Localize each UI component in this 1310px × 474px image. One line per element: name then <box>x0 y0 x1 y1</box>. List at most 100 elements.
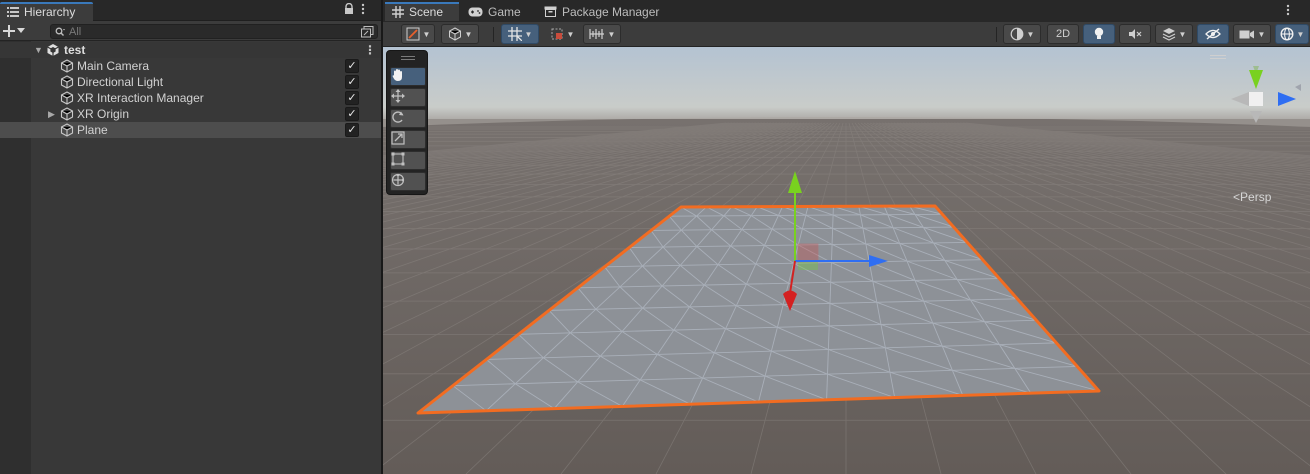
chevron-down-icon: ▼ <box>1296 29 1305 39</box>
tab-hierarchy-label: Hierarchy <box>24 4 76 19</box>
draw-mode-icon <box>406 27 420 41</box>
hierarchy-item[interactable]: ▶ XR Origin ✓ <box>0 106 381 122</box>
camera-settings-button[interactable]: ▼ <box>1233 24 1271 44</box>
chevron-down-icon[interactable]: ▼ <box>34 45 43 55</box>
hierarchy-item-label: Plane <box>77 123 108 137</box>
scene-toolbar: ▼ ▼ ▼ ▼ ▼ ▼ 2D ▼ ▼ ▼ <box>383 22 1310 47</box>
checkmark-icon: ✓ <box>347 91 357 104</box>
audio-toggle[interactable] <box>1119 24 1151 44</box>
layers-icon <box>1162 28 1175 41</box>
scene-row[interactable]: ▼ test ⋮ <box>0 42 381 58</box>
search-options-icon[interactable] <box>361 26 374 38</box>
scene-tabbar: Scene Game Package Manager <box>383 0 1310 22</box>
search-icon <box>55 27 65 36</box>
sphere-icon <box>1010 27 1023 41</box>
chevron-down-icon: ▼ <box>464 29 473 39</box>
eye-hidden-icon <box>1205 28 1221 40</box>
list-icon <box>7 6 19 17</box>
gizmo-center-cube[interactable] <box>1249 92 1263 106</box>
speaker-muted-icon <box>1129 29 1142 39</box>
chevron-down-icon: ▼ <box>422 29 431 39</box>
scene-visibility-toggle[interactable] <box>1197 24 1229 44</box>
hierarchy-item[interactable]: Plane ✓ <box>0 122 381 138</box>
chevron-down-icon: ▼ <box>524 29 533 39</box>
rect-transform-icon <box>391 152 405 166</box>
move-icon <box>391 89 405 103</box>
more-options-icon[interactable] <box>361 3 365 15</box>
hierarchy-item-label: Directional Light <box>77 75 164 89</box>
create-button[interactable] <box>3 23 33 39</box>
search-input[interactable] <box>69 25 329 38</box>
increment-snap-icon <box>551 28 563 40</box>
gamepad-icon <box>468 7 483 16</box>
active-checkbox[interactable]: ✓ <box>345 75 359 89</box>
tab-package-manager[interactable]: Package Manager <box>537 2 666 21</box>
tab-scene[interactable]: Scene <box>385 2 459 21</box>
lightbulb-icon <box>1094 27 1104 39</box>
active-checkbox[interactable]: ✓ <box>345 123 359 137</box>
effects-button[interactable]: ▼ <box>1155 24 1193 44</box>
toggle-2d-label: 2D <box>1055 28 1071 40</box>
hierarchy-tree: ▼ test ⋮ Main Camera ✓ Directional Light ✓ X… <box>0 42 381 138</box>
increment-snap-button[interactable]: ▼ <box>545 24 579 44</box>
grid-icon <box>392 5 404 18</box>
tab-scene-label: Scene <box>409 4 444 19</box>
active-checkbox[interactable]: ✓ <box>345 107 359 121</box>
chevron-down-icon: ▼ <box>1178 29 1187 39</box>
package-icon <box>544 6 557 17</box>
hierarchy-item[interactable]: XR Interaction Manager ✓ <box>0 90 381 106</box>
hierarchy-item[interactable]: Main Camera ✓ <box>0 58 381 74</box>
tab-package-manager-label: Package Manager <box>562 4 660 19</box>
scene-name: test <box>64 43 86 57</box>
grid-snap-icon <box>507 27 522 41</box>
gizmos-button[interactable]: ▼ <box>1275 24 1309 44</box>
chevron-right-icon[interactable]: ▶ <box>48 109 55 120</box>
lock-icon[interactable] <box>344 3 354 15</box>
hierarchy-item-label: Main Camera <box>77 59 150 73</box>
more-options-icon[interactable] <box>1286 4 1290 16</box>
shading-mode-button[interactable]: ▼ <box>441 24 479 44</box>
chevron-down-icon: ▼ <box>566 29 575 39</box>
sky <box>383 47 1310 127</box>
tab-game-label: Game <box>488 4 521 19</box>
shading-sphere-button[interactable]: ▼ <box>1003 24 1041 44</box>
lighting-toggle[interactable] <box>1083 24 1115 44</box>
scale-tool-button[interactable] <box>390 130 426 149</box>
checkmark-icon: ✓ <box>347 75 357 88</box>
tab-hierarchy[interactable]: Hierarchy <box>0 2 93 21</box>
move-tool-button[interactable] <box>390 88 426 107</box>
ruler-button[interactable]: ▼ <box>583 24 621 44</box>
active-checkbox[interactable]: ✓ <box>345 91 359 105</box>
rotate-tool-button[interactable] <box>390 109 426 128</box>
scene-panel: Scene Game Package Manager ▼ ▼ ▼ ▼ ▼ ▼ 2… <box>383 0 1310 474</box>
chevron-down-icon: ▼ <box>1257 29 1266 39</box>
gameobject-cube-icon <box>60 75 74 89</box>
hand-icon <box>392 69 402 81</box>
hamburger-icon[interactable] <box>1210 55 1226 59</box>
hand-tool-button[interactable] <box>390 67 426 86</box>
overlay-drag-handle[interactable] <box>401 56 415 60</box>
cube-icon <box>448 27 461 41</box>
xy-plane-handle[interactable] <box>797 243 819 263</box>
persp-text: Persp <box>1240 190 1272 204</box>
search-field[interactable] <box>50 24 378 39</box>
active-checkbox[interactable]: ✓ <box>345 59 359 73</box>
rect-tool-button[interactable] <box>390 151 426 170</box>
tab-game[interactable]: Game <box>461 2 528 21</box>
transform-tool-button[interactable] <box>390 172 426 191</box>
more-options-icon[interactable]: ⋮ <box>364 43 376 57</box>
scene-viewport[interactable]: <Persp <box>383 47 1310 474</box>
hierarchy-item-label: XR Interaction Manager <box>77 91 204 105</box>
checkmark-icon: ✓ <box>347 107 357 120</box>
scale-icon <box>391 131 405 145</box>
rotate-icon <box>392 111 404 123</box>
draw-mode-button[interactable]: ▼ <box>401 24 435 44</box>
tools-overlay <box>386 50 428 195</box>
plus-icon <box>3 25 15 37</box>
hierarchy-toolbar <box>0 21 381 41</box>
grid-snapping-toggle[interactable]: ▼ <box>501 24 539 44</box>
camera-mode-label[interactable]: <Persp <box>1233 190 1271 204</box>
toggle-2d-button[interactable]: 2D <box>1047 24 1079 44</box>
chevron-down-icon: ▼ <box>1026 29 1035 39</box>
hierarchy-item[interactable]: Directional Light ✓ <box>0 74 381 90</box>
